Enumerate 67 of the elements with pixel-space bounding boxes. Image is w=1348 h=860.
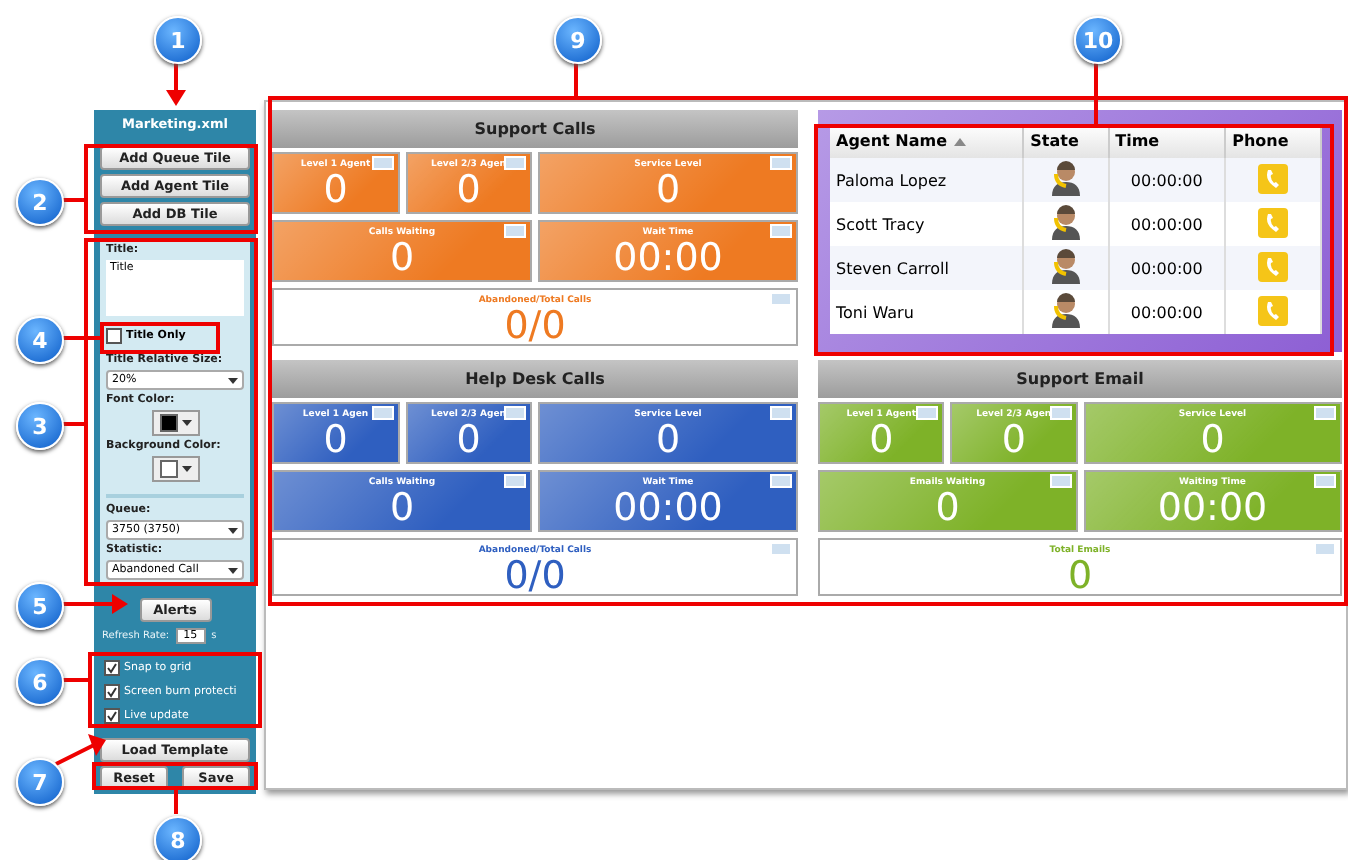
caret-icon bbox=[228, 527, 238, 533]
callout-number: 3 bbox=[16, 402, 64, 450]
tile-value: 0 bbox=[1001, 420, 1026, 460]
leader-line bbox=[1094, 60, 1098, 124]
tile-value: 0 bbox=[1067, 556, 1093, 594]
leader-line bbox=[574, 60, 578, 96]
agent-time: 00:00:00 bbox=[1108, 290, 1226, 334]
leader-line bbox=[62, 336, 100, 340]
tile-value: 0 bbox=[655, 170, 681, 210]
font-color-picker[interactable] bbox=[151, 410, 199, 436]
leader-line bbox=[174, 790, 178, 814]
agent-tile[interactable]: Agent Name State Time Phone Paloma Lopez 00:00:00 Scott Tracy 00:00:00 Steven Carroll 00:00:00 Toni Waru 00:00:00 bbox=[818, 110, 1342, 352]
caret-icon bbox=[181, 466, 191, 472]
callout-number: 9 bbox=[554, 16, 602, 64]
phone-icon[interactable] bbox=[1258, 251, 1289, 281]
leader-arrow bbox=[166, 60, 186, 106]
tile-value: 0 bbox=[456, 170, 481, 210]
tile-value: 0 bbox=[323, 170, 348, 210]
option-checkbox[interactable] bbox=[104, 708, 120, 724]
tile-value: 00:00 bbox=[613, 238, 723, 278]
group-header[interactable]: Help Desk Calls bbox=[272, 360, 798, 398]
tile-value: 0/0 bbox=[504, 306, 566, 344]
option-checkbox[interactable] bbox=[104, 660, 120, 676]
callout-number: 2 bbox=[16, 178, 64, 226]
agent-time: 00:00:00 bbox=[1108, 158, 1226, 202]
leader-arrow bbox=[55, 734, 106, 766]
caret-icon bbox=[228, 567, 238, 573]
leader-arrow bbox=[62, 594, 128, 614]
callout-number: 10 bbox=[1074, 16, 1122, 64]
tile-value: 0 bbox=[935, 488, 960, 528]
phone-icon[interactable] bbox=[1258, 207, 1289, 237]
tile-value: 0 bbox=[655, 420, 681, 460]
agent-headset-icon bbox=[1049, 292, 1082, 328]
agent-headset-icon bbox=[1049, 160, 1082, 196]
callout-number: 1 bbox=[154, 16, 202, 64]
agent-name: Steven Carroll bbox=[830, 246, 1024, 290]
callout-number: 4 bbox=[16, 316, 64, 364]
background-color-picker[interactable] bbox=[151, 456, 199, 482]
leader-line bbox=[62, 678, 88, 682]
group-header[interactable]: Support Calls bbox=[272, 110, 798, 148]
tile-value: 0 bbox=[389, 238, 415, 278]
tile-value: 0 bbox=[323, 420, 348, 460]
tile-value: 0 bbox=[1200, 420, 1225, 460]
option-checkbox[interactable] bbox=[104, 684, 120, 700]
agent-name: Paloma Lopez bbox=[830, 158, 1024, 202]
phone-icon[interactable] bbox=[1258, 163, 1289, 193]
callout-number: 7 bbox=[16, 758, 64, 806]
tile-value: 0 bbox=[869, 420, 894, 460]
group-header[interactable]: Support Email bbox=[818, 360, 1342, 398]
agent-time: 00:00:00 bbox=[1108, 246, 1226, 290]
callout-number: 6 bbox=[16, 658, 64, 706]
phone-icon[interactable] bbox=[1258, 295, 1289, 325]
tile-value: 0 bbox=[456, 420, 481, 460]
title-only-checkbox[interactable] bbox=[106, 328, 122, 344]
agent-name: Toni Waru bbox=[830, 290, 1024, 334]
tile-value: 0/0 bbox=[504, 556, 566, 594]
agent-headset-icon bbox=[1049, 204, 1082, 240]
leader-line bbox=[62, 198, 84, 202]
agent-headset-icon bbox=[1049, 248, 1082, 284]
tile-value: 00:00 bbox=[613, 488, 723, 528]
tile-value: 0 bbox=[389, 488, 415, 528]
leader-line bbox=[62, 422, 84, 426]
caret-icon bbox=[228, 377, 238, 383]
callout-number: 8 bbox=[154, 816, 202, 860]
callout-number: 5 bbox=[16, 582, 64, 630]
caret-icon bbox=[181, 420, 191, 426]
tile-value: 00:00 bbox=[1157, 488, 1268, 528]
